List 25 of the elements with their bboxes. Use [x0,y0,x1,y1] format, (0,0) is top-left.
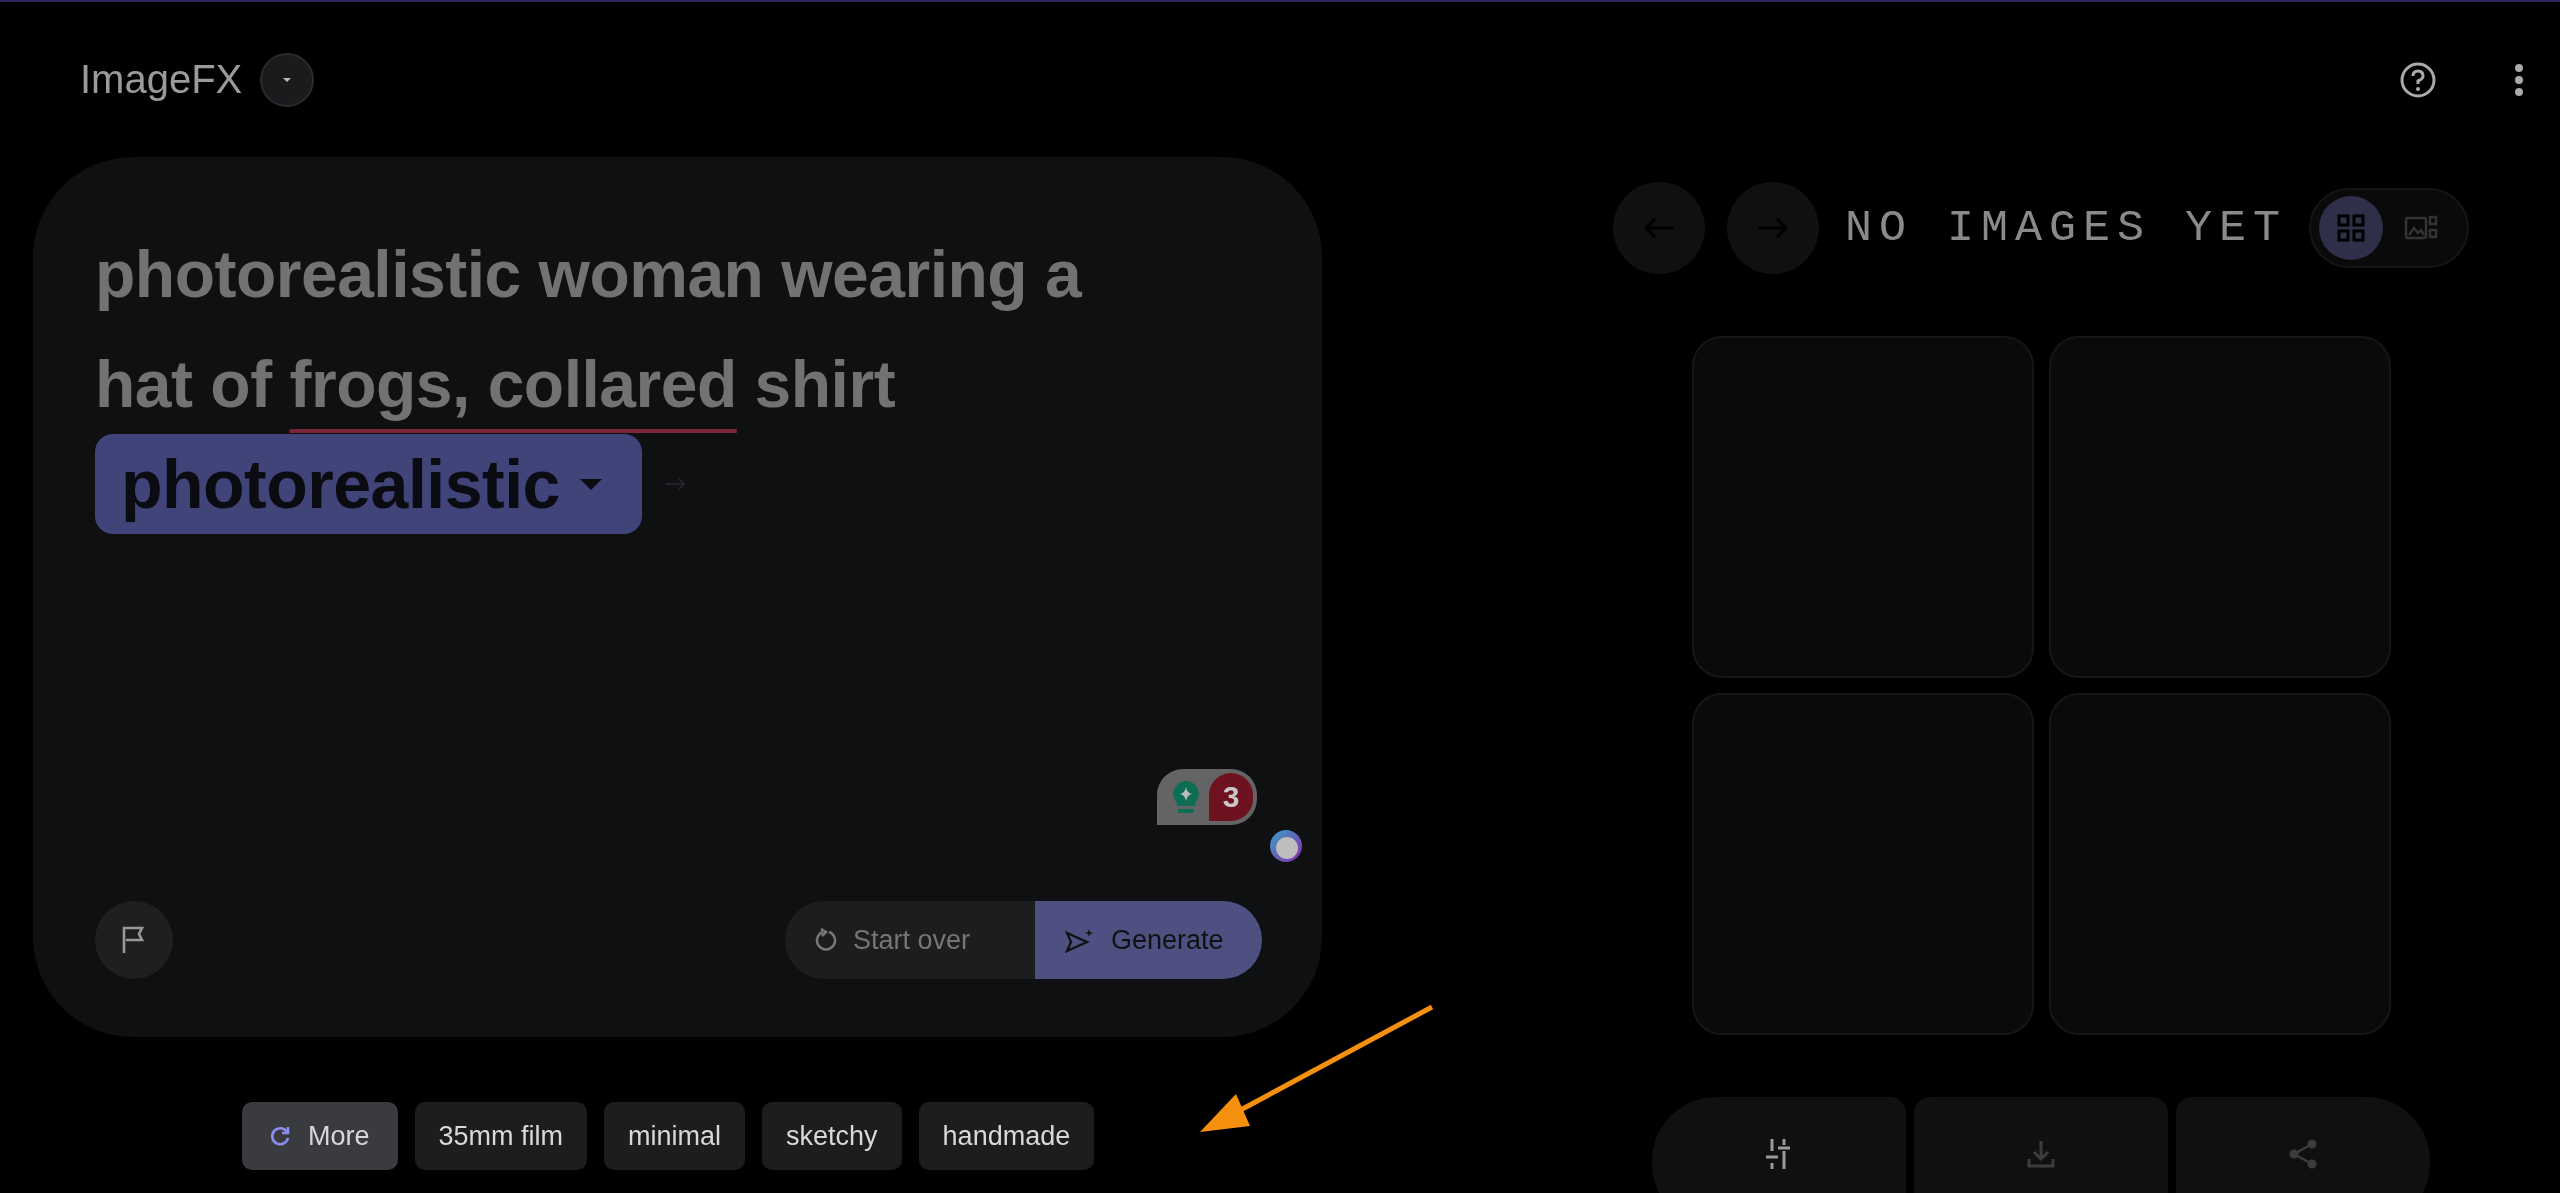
app-title: ImageFX [80,57,243,102]
more-button[interactable]: More [242,1102,398,1170]
send-icon [1065,927,1095,953]
extension-badge[interactable]: 3 [1157,769,1257,825]
reset-icon [815,928,837,952]
arrow-icon [663,478,686,490]
grid-view-button[interactable] [2319,196,2384,260]
start-over-button[interactable]: Start over [785,901,1035,979]
more-options-icon[interactable] [2514,62,2524,97]
status-text: NO IMAGES YET [1844,202,2288,254]
settings-button[interactable] [1652,1097,1906,1193]
download-icon [2026,1139,2056,1169]
avatar-icon[interactable] [1269,829,1303,863]
suggestion-chip[interactable]: minimal [604,1102,746,1170]
share-icon [2288,1139,2318,1169]
refresh-icon [268,1124,292,1148]
image-layout-icon [2404,214,2439,242]
download-button[interactable] [1914,1097,2168,1193]
lightbulb-icon [1171,779,1201,815]
suggestion-chip[interactable]: sketchy [762,1102,902,1170]
suggestion-chip[interactable]: 35mm film [414,1102,588,1170]
suggestion-chip[interactable]: handmade [918,1102,1095,1170]
grid-icon [2337,214,2366,242]
count-badge: 3 [1209,773,1253,821]
share-button[interactable] [2176,1097,2430,1193]
